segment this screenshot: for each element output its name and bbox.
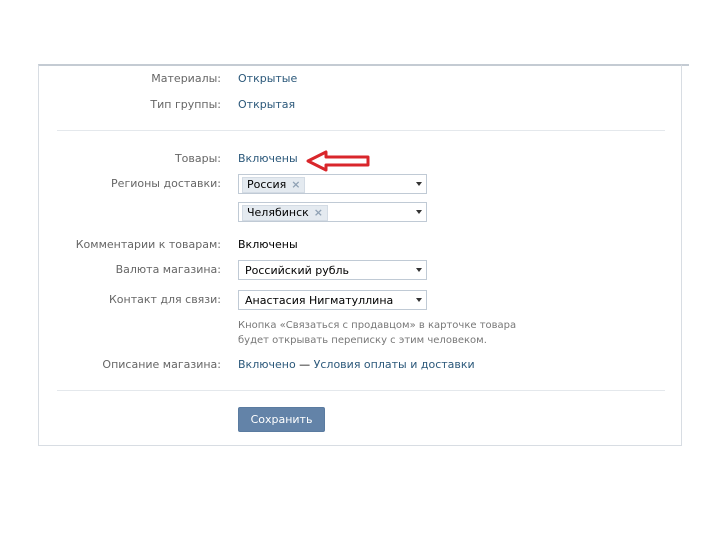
materials-value[interactable]: Открытые bbox=[238, 72, 297, 85]
chevron-down-icon[interactable] bbox=[416, 182, 422, 186]
save-button[interactable]: Сохранить bbox=[238, 407, 325, 432]
currency-select[interactable]: Российский рубль bbox=[238, 260, 427, 280]
regions-label: Регионы доставки: bbox=[111, 177, 221, 190]
group-type-value[interactable]: Открытая bbox=[238, 98, 295, 111]
chevron-down-icon[interactable] bbox=[416, 210, 422, 214]
region-select-2[interactable]: Челябинск × bbox=[238, 202, 427, 222]
goods-value[interactable]: Включены bbox=[238, 152, 298, 165]
description-value[interactable]: Включено bbox=[238, 358, 296, 371]
contact-select[interactable]: Анастасия Нигматуллина bbox=[238, 290, 427, 310]
currency-label: Валюта магазина: bbox=[115, 263, 221, 276]
comments-value[interactable]: Включены bbox=[238, 238, 298, 251]
settings-panel: Материалы: Открытые Тип группы: Открытая… bbox=[38, 64, 682, 446]
contact-value: Анастасия Нигматуллина bbox=[245, 294, 394, 307]
divider bbox=[57, 130, 665, 131]
currency-value: Российский рубль bbox=[245, 264, 350, 277]
comments-label: Комментарии к товарам: bbox=[75, 238, 221, 251]
remove-token-icon[interactable]: × bbox=[314, 206, 323, 219]
materials-label: Материалы: bbox=[151, 72, 221, 85]
contact-label: Контакт для связи: bbox=[108, 293, 221, 306]
payment-delivery-link[interactable]: Условия оплаты и доставки bbox=[314, 358, 475, 371]
remove-token-icon[interactable]: × bbox=[291, 178, 300, 191]
chevron-down-icon[interactable] bbox=[416, 298, 422, 302]
region-select-1[interactable]: Россия × bbox=[238, 174, 427, 194]
chevron-down-icon[interactable] bbox=[416, 268, 422, 272]
region-token: Челябинск × bbox=[242, 205, 328, 221]
contact-hint: Кнопка «Связаться с продавцом» в карточк… bbox=[238, 320, 517, 346]
red-arrow-annotation-icon bbox=[306, 150, 370, 172]
goods-label: Товары: bbox=[174, 152, 221, 165]
region-token: Россия × bbox=[242, 177, 306, 193]
divider bbox=[57, 390, 665, 391]
group-type-label: Тип группы: bbox=[150, 98, 221, 111]
description-label: Описание магазина: bbox=[102, 358, 221, 371]
description-value-group: Включено — Условия оплаты и доставки bbox=[238, 358, 475, 371]
